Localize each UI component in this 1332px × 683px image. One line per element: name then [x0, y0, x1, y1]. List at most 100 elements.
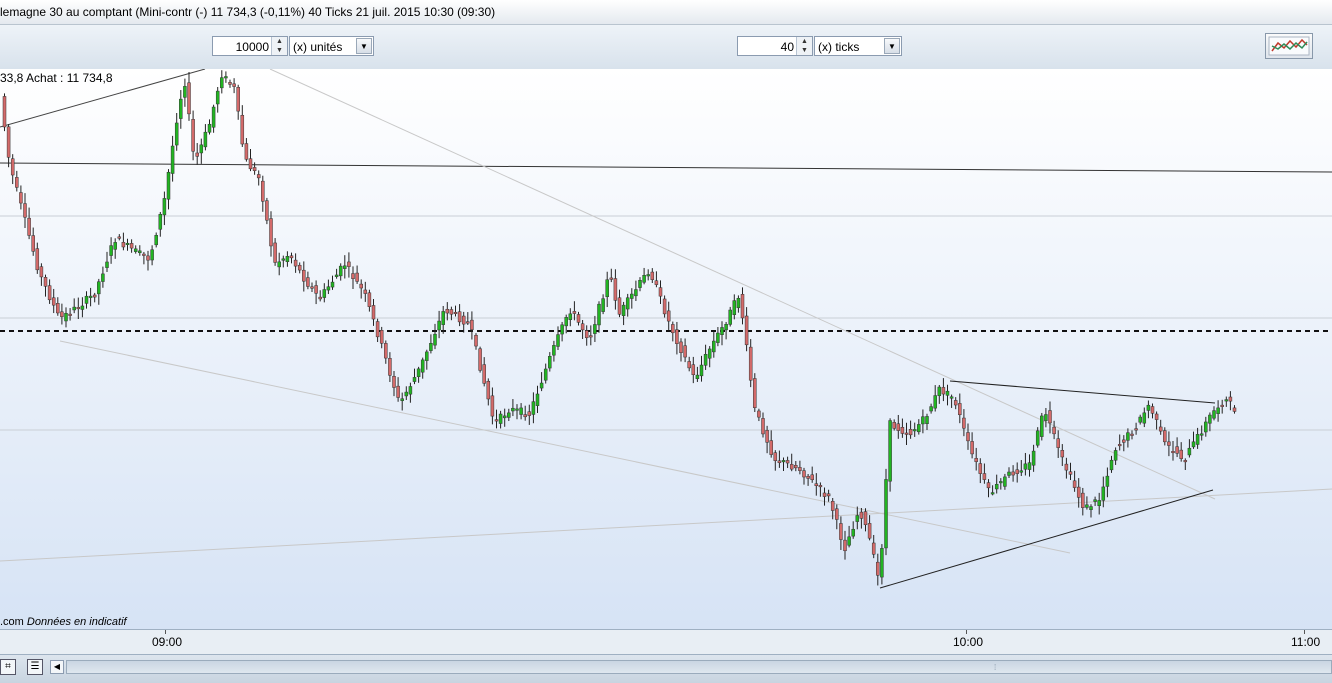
- down-candle: [265, 200, 269, 221]
- up-candle: [207, 123, 212, 133]
- down-candle: [43, 277, 48, 287]
- time-axis: 09:00 10:00 11:00: [0, 629, 1332, 654]
- up-candle: [1224, 399, 1229, 402]
- down-candle: [1228, 396, 1233, 402]
- down-candle: [347, 261, 351, 267]
- up-candle: [695, 374, 700, 380]
- up-candle: [113, 242, 117, 250]
- down-candle: [121, 241, 126, 248]
- down-candle: [908, 429, 913, 436]
- up-candle: [211, 106, 216, 128]
- up-candle: [847, 536, 851, 546]
- down-candle: [1048, 410, 1052, 424]
- horizontal-scrollbar[interactable]: ⁞: [66, 660, 1332, 674]
- down-candle: [314, 285, 318, 294]
- up-candle: [736, 297, 741, 309]
- up-candle: [781, 460, 786, 463]
- stepper-arrows-icon[interactable]: ▲ ▼: [796, 37, 812, 55]
- up-candle: [1031, 450, 1036, 466]
- up-candle: [138, 250, 142, 254]
- up-candle: [1199, 433, 1204, 436]
- up-candle: [703, 354, 708, 366]
- down-candle: [494, 419, 499, 422]
- down-candle: [584, 330, 589, 339]
- down-candle: [482, 364, 486, 384]
- down-candle: [1220, 404, 1224, 407]
- up-candle: [441, 311, 445, 325]
- chevron-down-icon[interactable]: ▼: [356, 38, 372, 54]
- up-candle: [707, 348, 712, 359]
- quantity-stepper[interactable]: 10000 ▲ ▼: [212, 36, 288, 56]
- down-candle: [589, 335, 593, 338]
- down-candle: [47, 285, 52, 301]
- down-candle: [789, 464, 794, 470]
- indicators-button[interactable]: [1265, 33, 1313, 59]
- quantity-unit-select[interactable]: (x) unités ▼: [289, 36, 374, 56]
- up-candle: [133, 248, 138, 252]
- up-candle: [515, 408, 519, 411]
- up-candle: [1023, 463, 1028, 470]
- time-label: 10:00: [953, 635, 984, 649]
- down-candle: [794, 465, 798, 469]
- down-candle: [777, 460, 782, 463]
- down-candle: [798, 467, 802, 471]
- down-candle: [248, 158, 253, 170]
- up-candle: [1035, 430, 1040, 446]
- down-candle: [453, 311, 458, 314]
- down-candle: [748, 346, 753, 381]
- chevron-down-icon[interactable]: ▼: [884, 38, 900, 54]
- down-candle: [449, 309, 454, 315]
- up-candle: [1093, 499, 1097, 502]
- up-candle: [437, 320, 441, 331]
- down-candle: [769, 440, 773, 455]
- indicative-note: Données en indicatif: [26, 616, 127, 628]
- down-candle: [1064, 463, 1069, 471]
- up-candle: [601, 298, 605, 312]
- stepper-arrows-icon[interactable]: ▲ ▼: [271, 37, 287, 55]
- up-candle: [338, 265, 343, 277]
- down-candle: [19, 192, 23, 204]
- down-candle: [187, 82, 191, 115]
- down-candle: [310, 286, 314, 289]
- down-candle: [1081, 492, 1085, 508]
- ticks-stepper[interactable]: 40 ▲ ▼: [737, 36, 813, 56]
- up-candle: [535, 393, 540, 406]
- quantity-unit-label: (x) unités: [293, 40, 343, 54]
- up-candle: [1019, 470, 1024, 473]
- grid-icon[interactable]: ☰: [27, 659, 43, 675]
- down-candle: [289, 255, 294, 259]
- scroll-grip-icon[interactable]: ⁞: [994, 663, 1002, 672]
- down-candle: [859, 511, 864, 519]
- down-candle: [892, 422, 896, 429]
- down-candle: [256, 174, 261, 179]
- down-candle: [765, 430, 769, 443]
- up-candle: [330, 281, 335, 288]
- down-candle: [129, 243, 134, 249]
- up-candle: [433, 333, 437, 346]
- candlestick-chart[interactable]: [0, 69, 1332, 629]
- up-candle: [1216, 407, 1220, 414]
- down-candle: [826, 493, 831, 497]
- ticks-unit-select[interactable]: (x) ticks ▼: [814, 36, 902, 56]
- up-candle: [400, 398, 404, 401]
- price-chart[interactable]: 33,8 Achat : 11 734,8 .com Données en in…: [0, 69, 1332, 629]
- up-candle: [105, 261, 109, 268]
- crosshair-icon[interactable]: ⌗: [0, 659, 16, 675]
- down-candle: [871, 542, 876, 555]
- up-candle: [716, 332, 720, 343]
- up-candle: [277, 261, 281, 268]
- down-candle: [261, 180, 265, 202]
- up-candle: [994, 483, 999, 490]
- down-candle: [228, 82, 232, 85]
- up-candle: [285, 256, 290, 263]
- up-candle: [1212, 410, 1216, 419]
- down-candle: [1179, 449, 1183, 459]
- down-candle: [15, 177, 19, 188]
- down-candle: [379, 330, 384, 344]
- time-label: 09:00: [152, 635, 183, 649]
- up-candle: [1146, 404, 1151, 411]
- down-candle: [802, 470, 806, 478]
- scroll-left-icon[interactable]: ◀: [50, 660, 64, 674]
- up-candle: [556, 334, 560, 347]
- up-candle: [174, 122, 179, 146]
